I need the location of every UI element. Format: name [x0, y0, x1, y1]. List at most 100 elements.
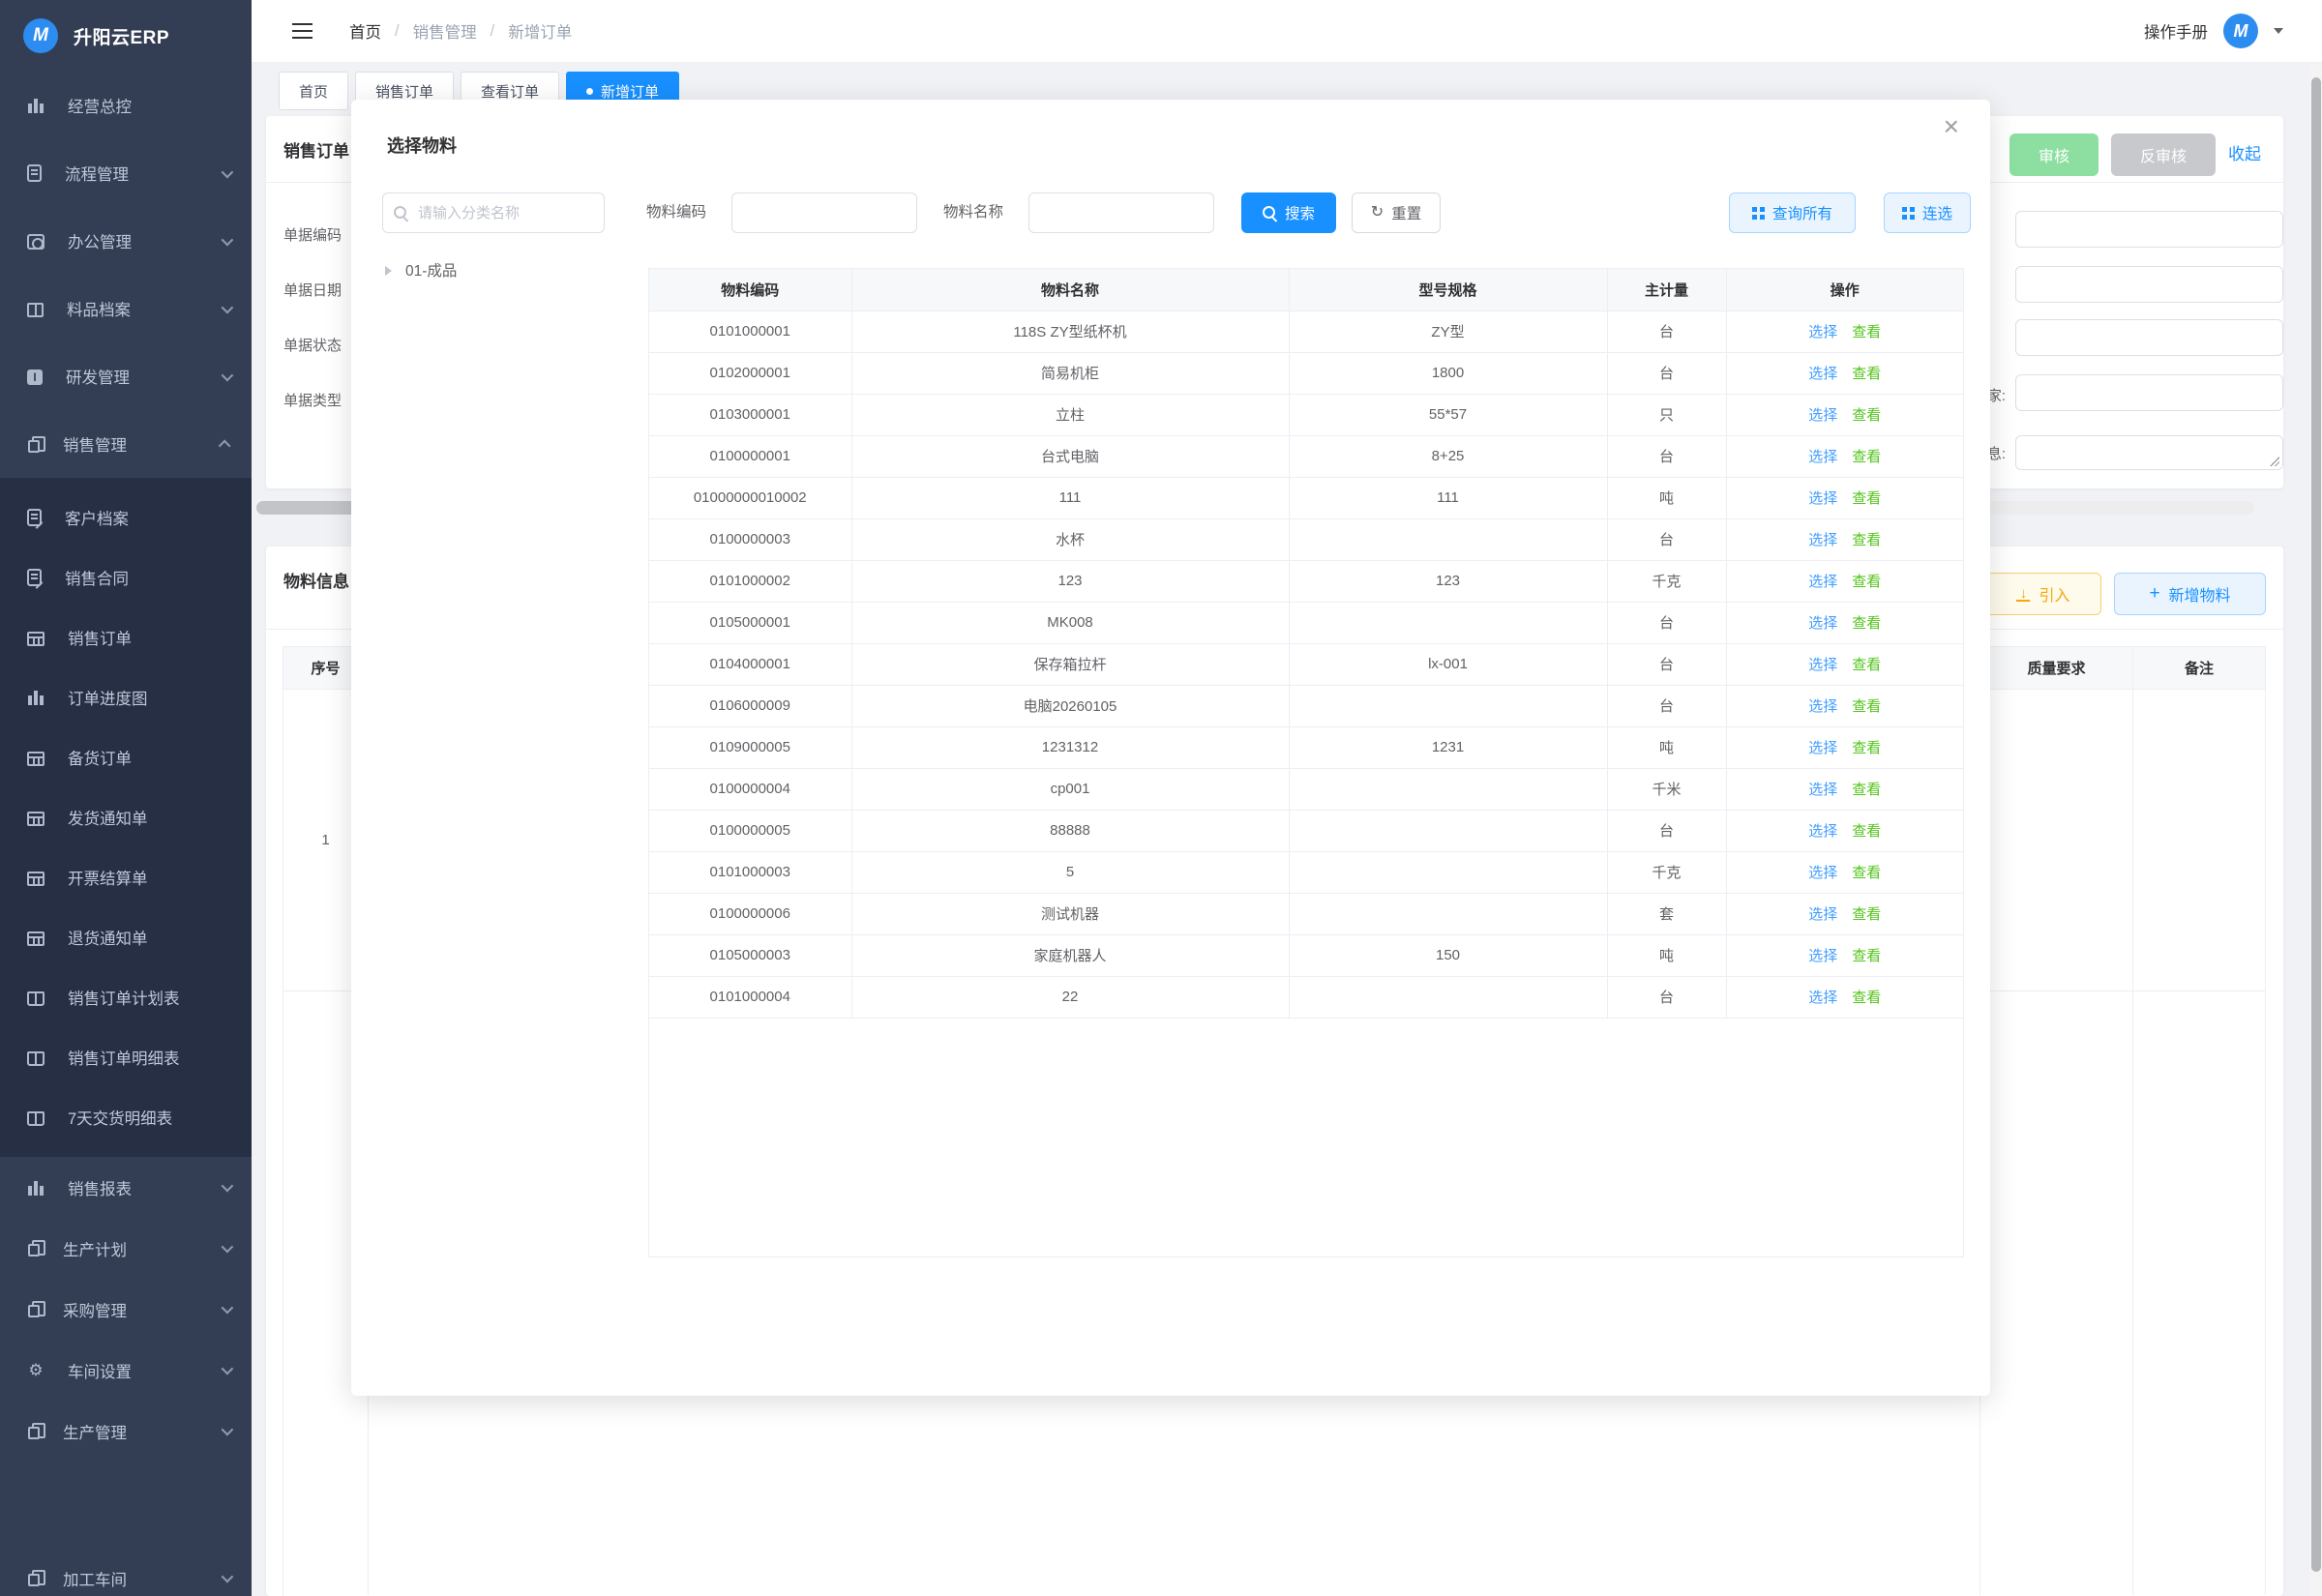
select-link[interactable]: 选择: [1808, 990, 1837, 1006]
material-code-input[interactable]: [731, 192, 917, 233]
cell-spec: [1289, 893, 1607, 934]
view-link[interactable]: 查看: [1852, 782, 1881, 798]
sidebar-item-生产计划[interactable]: 生产计划: [0, 1218, 252, 1279]
view-link[interactable]: 查看: [1852, 366, 1881, 382]
select-link[interactable]: 选择: [1808, 490, 1837, 507]
tab-首页[interactable]: 首页: [279, 72, 348, 110]
sidebar-item-销售订单明细表[interactable]: 销售订单明细表: [0, 1027, 252, 1087]
tab-label: 新增订单: [601, 81, 659, 102]
select-link[interactable]: 选择: [1808, 698, 1837, 715]
view-link[interactable]: 查看: [1852, 865, 1881, 881]
select-link[interactable]: 选择: [1808, 324, 1837, 340]
sidebar-item-料品档案[interactable]: 料品档案: [0, 275, 252, 342]
audit-button[interactable]: 审核: [2009, 133, 2099, 176]
view-link[interactable]: 查看: [1852, 574, 1881, 590]
sidebar-item-销售订单[interactable]: 销售订单: [0, 607, 252, 667]
sidebar-item-label: 流程管理: [65, 162, 129, 185]
view-link[interactable]: 查看: [1852, 490, 1881, 507]
sidebar-item-研发管理[interactable]: 研发管理: [0, 342, 252, 410]
select-link[interactable]: 选择: [1808, 449, 1837, 465]
vertical-scrollbar-thumb[interactable]: [2311, 77, 2321, 1572]
sidebar-item-7天交货明细表[interactable]: 7天交货明细表: [0, 1087, 252, 1147]
sidebar-item-label: 车间设置: [68, 1359, 132, 1382]
sidebar-item-销售合同[interactable]: 销售合同: [0, 547, 252, 607]
sidebar-item-客户档案[interactable]: 客户档案: [0, 488, 252, 547]
sidebar-item-流程管理[interactable]: 流程管理: [0, 139, 252, 207]
view-link[interactable]: 查看: [1852, 657, 1881, 673]
order-input-3[interactable]: [2015, 319, 2283, 356]
view-link[interactable]: 查看: [1852, 698, 1881, 715]
collapse-link[interactable]: 收起: [2228, 140, 2261, 164]
sidebar-item-采购管理[interactable]: 采购管理: [0, 1279, 252, 1340]
select-link[interactable]: 选择: [1808, 865, 1837, 881]
sidebar-item-办公管理[interactable]: 办公管理: [0, 207, 252, 275]
import-button[interactable]: ↓ 引入: [1985, 573, 2101, 615]
unaudit-button[interactable]: 反审核: [2111, 133, 2216, 176]
vertical-scrollbar[interactable]: [2309, 64, 2322, 1596]
view-link[interactable]: 查看: [1852, 449, 1881, 465]
breadcrumb-item-首页[interactable]: 首页: [349, 19, 381, 43]
sidebar-item-生产管理[interactable]: 生产管理: [0, 1401, 252, 1462]
view-link[interactable]: 查看: [1852, 740, 1881, 756]
select-link[interactable]: 选择: [1808, 366, 1837, 382]
sidebar-item-发货通知单[interactable]: 发货通知单: [0, 787, 252, 847]
order-input-2[interactable]: [2015, 266, 2283, 303]
sidebar-item-车间设置[interactable]: ⚙车间设置: [0, 1340, 252, 1401]
select-link[interactable]: 选择: [1808, 532, 1837, 548]
manual-link[interactable]: 操作手册: [2144, 19, 2208, 43]
select-link[interactable]: 选择: [1808, 407, 1837, 424]
cell-name: 5: [851, 851, 1289, 893]
collapse-menu-icon[interactable]: [292, 23, 313, 39]
select-link[interactable]: 选择: [1808, 823, 1837, 840]
sidebar-item-销售订单计划表[interactable]: 销售订单计划表: [0, 967, 252, 1027]
resize-handle-icon[interactable]: [2270, 457, 2279, 466]
material-name-input[interactable]: [1028, 192, 1214, 233]
view-link[interactable]: 查看: [1852, 823, 1881, 840]
select-link[interactable]: 选择: [1808, 574, 1837, 590]
sidebar-item-开票结算单[interactable]: 开票结算单: [0, 847, 252, 907]
caret-right-icon[interactable]: [385, 266, 397, 276]
view-link[interactable]: 查看: [1852, 615, 1881, 632]
multi-select-button[interactable]: 连选: [1884, 192, 1971, 233]
view-link[interactable]: 查看: [1852, 324, 1881, 340]
query-all-button[interactable]: 查询所有: [1729, 192, 1856, 233]
sidebar-item-销售报表[interactable]: 销售报表: [0, 1157, 252, 1218]
sidebar-item-退货通知单[interactable]: 退货通知单: [0, 907, 252, 967]
view-link[interactable]: 查看: [1852, 407, 1881, 424]
cell-code: 0100000005: [649, 810, 851, 851]
select-link[interactable]: 选择: [1808, 740, 1837, 756]
copy-icon: [28, 1427, 40, 1439]
chevron-down-icon: [222, 1241, 234, 1254]
sidebar-item-label: 发货通知单: [68, 806, 148, 829]
tree-node-finished-goods[interactable]: 01-成品: [385, 259, 457, 281]
category-search-input[interactable]: [382, 192, 605, 233]
select-link[interactable]: 选择: [1808, 948, 1837, 964]
reset-button[interactable]: ↻ 重置: [1352, 192, 1441, 233]
select-link[interactable]: 选择: [1808, 657, 1837, 673]
sidebar-item-经营总控[interactable]: 经营总控: [0, 72, 252, 139]
view-link[interactable]: 查看: [1852, 990, 1881, 1006]
view-link[interactable]: 查看: [1852, 948, 1881, 964]
view-link[interactable]: 查看: [1852, 532, 1881, 548]
select-link[interactable]: 选择: [1808, 615, 1837, 632]
sidebar-item-label: 采购管理: [63, 1298, 127, 1321]
select-link[interactable]: 选择: [1808, 906, 1837, 923]
cell-operations: 选择查看: [1726, 518, 1963, 560]
order-input-1[interactable]: [2015, 211, 2283, 248]
order-input-4[interactable]: [2015, 374, 2283, 411]
sidebar-item-加工车间[interactable]: 加工车间: [0, 1548, 252, 1596]
sidebar-item-备货订单[interactable]: 备货订单: [0, 727, 252, 787]
order-textarea[interactable]: [2015, 435, 2283, 470]
chevron-down-icon[interactable]: [2274, 28, 2283, 39]
table-icon: [27, 752, 45, 766]
sidebar-item-销售管理[interactable]: 销售管理: [0, 410, 252, 478]
view-link[interactable]: 查看: [1852, 906, 1881, 923]
add-material-button[interactable]: + 新增物料: [2114, 573, 2266, 615]
search-button[interactable]: 搜索: [1241, 192, 1336, 233]
close-icon[interactable]: ×: [1944, 113, 1959, 140]
select-link[interactable]: 选择: [1808, 782, 1837, 798]
avatar[interactable]: M: [2223, 14, 2258, 48]
sidebar-item-订单进度图[interactable]: 订单进度图: [0, 667, 252, 727]
cell-spec: 150: [1289, 934, 1607, 976]
table-row: 0100000001台式电脑8+25台选择查看: [649, 435, 1963, 477]
